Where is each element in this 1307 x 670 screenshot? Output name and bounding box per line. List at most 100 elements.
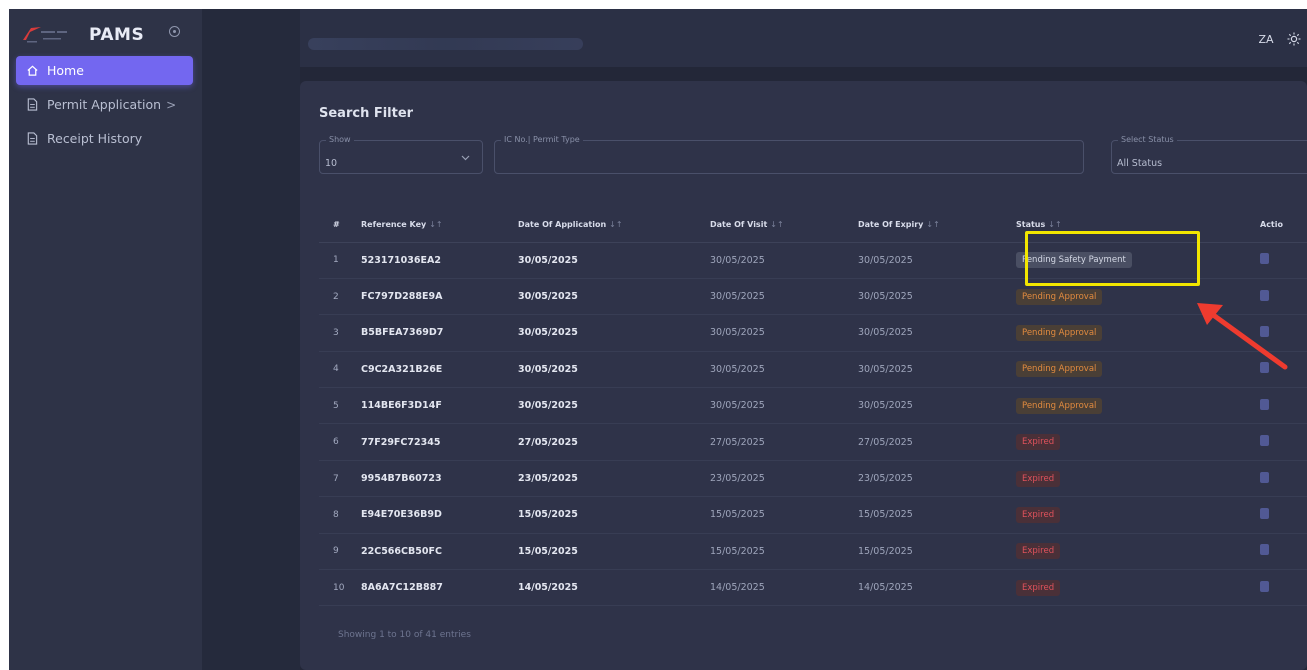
reference-key-cell: 22C566CB50FC	[361, 533, 518, 571]
date-of-visit-cell: 23/05/2025	[710, 460, 858, 498]
document-icon	[25, 132, 39, 146]
action-cell	[1260, 460, 1307, 498]
row-index: 7	[319, 460, 361, 498]
action-cell	[1260, 242, 1307, 279]
app-title: PAMS	[89, 25, 145, 45]
sidebar-item-label: Receipt History	[47, 131, 143, 146]
table-row[interactable]: 10 8A6A7C12B887 14/05/2025 14/05/2025 14/05/…	[319, 569, 1307, 607]
status-badge: Expired	[1016, 579, 1061, 596]
status-cell: Expired	[1016, 423, 1260, 461]
date-of-visit-cell: 30/05/2025	[710, 242, 858, 279]
view-document-icon[interactable]	[1260, 398, 1269, 410]
reference-key-cell: FC797D288E9A	[361, 278, 518, 316]
date-of-expiry-cell: 23/05/2025	[858, 460, 1016, 498]
view-document-icon[interactable]	[1260, 580, 1269, 592]
reference-key-cell: E94E70E36B9D	[361, 496, 518, 534]
reference-key-cell: 114BE6F3D14F	[361, 387, 518, 425]
status-cell: Expired	[1016, 496, 1260, 534]
status-badge: Expired	[1016, 434, 1061, 451]
search-input[interactable]: IC No.| Permit Type	[494, 135, 1084, 174]
view-document-icon[interactable]	[1260, 471, 1269, 483]
date-of-application-cell: 30/05/2025	[518, 351, 710, 389]
sidebar-item-home[interactable]: Home	[16, 56, 193, 85]
sidebar-item-label: Permit Application	[47, 97, 162, 112]
home-icon	[25, 64, 39, 78]
row-index: 2	[319, 278, 361, 316]
brand[interactable]: PAMS	[21, 21, 144, 49]
status-badge: Pending Approval	[1016, 397, 1103, 414]
date-of-visit-cell: 30/05/2025	[710, 278, 858, 316]
date-of-visit-cell: 15/05/2025	[710, 496, 858, 534]
date-of-expiry-cell: 14/05/2025	[858, 569, 1016, 607]
date-of-visit-cell: 30/05/2025	[710, 351, 858, 389]
column-header-index: #	[319, 208, 361, 243]
status-badge: Pending Approval	[1016, 288, 1103, 305]
field-label: Select Status	[1118, 135, 1177, 144]
background-gutter	[202, 9, 300, 670]
table-row[interactable]: 9 22C566CB50FC 15/05/2025 15/05/2025 15/05/2…	[319, 533, 1307, 571]
highlight-box-annotation	[1025, 231, 1200, 286]
reference-key-cell: 77F29FC72345	[361, 423, 518, 461]
action-cell	[1260, 533, 1307, 571]
red-arrow-annotation	[1197, 303, 1288, 370]
table-row[interactable]: 6 77F29FC72345 27/05/2025 27/05/2025 27/05/2…	[319, 423, 1307, 461]
row-index: 10	[319, 569, 361, 607]
view-document-icon[interactable]	[1260, 507, 1269, 519]
action-cell	[1260, 387, 1307, 425]
column-header-date-of-expiry[interactable]: Date Of Expiry ↓↑	[858, 208, 1016, 243]
date-of-expiry-cell: 27/05/2025	[858, 423, 1016, 461]
table-row[interactable]: 8 E94E70E36B9D 15/05/2025 15/05/2025 15/05/2…	[319, 496, 1307, 534]
date-of-application-cell: 30/05/2025	[518, 278, 710, 316]
date-of-visit-cell: 14/05/2025	[710, 569, 858, 607]
column-header-date-of-visit[interactable]: Date Of Visit ↓↑	[710, 208, 858, 243]
date-of-visit-cell: 27/05/2025	[710, 423, 858, 461]
table-row[interactable]: 5 114BE6F3D14F 30/05/2025 30/05/2025 30/05/2…	[319, 387, 1307, 425]
sidebar-pin-icon[interactable]	[169, 26, 180, 37]
view-document-icon[interactable]	[1260, 253, 1269, 265]
status-badge: Expired	[1016, 506, 1061, 523]
document-icon	[25, 98, 39, 112]
sidebar-item-receipt-history[interactable]: Receipt History	[16, 124, 193, 153]
column-header-reference-key[interactable]: Reference Key ↓↑	[361, 208, 518, 243]
date-of-expiry-cell: 30/05/2025	[858, 242, 1016, 279]
status-badge: Expired	[1016, 470, 1061, 487]
sort-icon: ↓↑	[1048, 220, 1062, 230]
status-select[interactable]: Select Status All Status	[1111, 135, 1307, 174]
field-label: Show	[326, 135, 354, 144]
permit-list-card: Search Filter Show 10 IC No.| Permit Typ…	[300, 81, 1307, 670]
sidebar-item-label: Home	[47, 63, 84, 78]
logo-icon	[23, 27, 67, 43]
topbar-tools: ZA	[1258, 31, 1302, 47]
show-entries-select[interactable]: Show 10	[319, 135, 483, 174]
table-row[interactable]: 7 9954B7B60723 23/05/2025 23/05/2025 23/05/2…	[319, 460, 1307, 498]
row-index: 9	[319, 533, 361, 571]
action-cell	[1260, 423, 1307, 461]
status-badge: Expired	[1016, 543, 1061, 560]
view-document-icon[interactable]	[1260, 544, 1269, 556]
field-value: 10	[325, 158, 338, 169]
topbar: ZA	[300, 9, 1307, 67]
translate-icon[interactable]: ZA	[1258, 31, 1274, 47]
sort-icon: ↓↑	[770, 220, 784, 230]
table-row[interactable]: 4 C9C2A321B26E 30/05/2025 30/05/2025 30/05/2…	[319, 351, 1307, 389]
app-window: PAMS Home Permit Application > Receipt H…	[9, 9, 1307, 670]
reference-key-cell: B5BFEA7369D7	[361, 314, 518, 352]
date-of-application-cell: 30/05/2025	[518, 242, 710, 279]
sun-icon[interactable]	[1286, 31, 1302, 47]
status-badge: Pending Approval	[1016, 324, 1103, 341]
table-row[interactable]: 3 B5BFEA7369D7 30/05/2025 30/05/2025 30/05/2…	[319, 314, 1307, 352]
date-of-visit-cell: 30/05/2025	[710, 314, 858, 352]
row-index: 6	[319, 423, 361, 461]
column-header-date-of-application[interactable]: Date Of Application ↓↑	[518, 208, 710, 243]
date-of-expiry-cell: 30/05/2025	[858, 314, 1016, 352]
page-heading-blurred	[308, 38, 583, 50]
row-index: 4	[319, 351, 361, 389]
date-of-visit-cell: 30/05/2025	[710, 387, 858, 425]
chevron-right-icon: >	[166, 97, 177, 112]
date-of-expiry-cell: 30/05/2025	[858, 387, 1016, 425]
view-document-icon[interactable]	[1260, 435, 1269, 447]
status-cell: Expired	[1016, 569, 1260, 607]
row-index: 5	[319, 387, 361, 425]
sidebar-item-permit-application[interactable]: Permit Application >	[16, 90, 193, 119]
field-value: All Status	[1117, 158, 1163, 169]
